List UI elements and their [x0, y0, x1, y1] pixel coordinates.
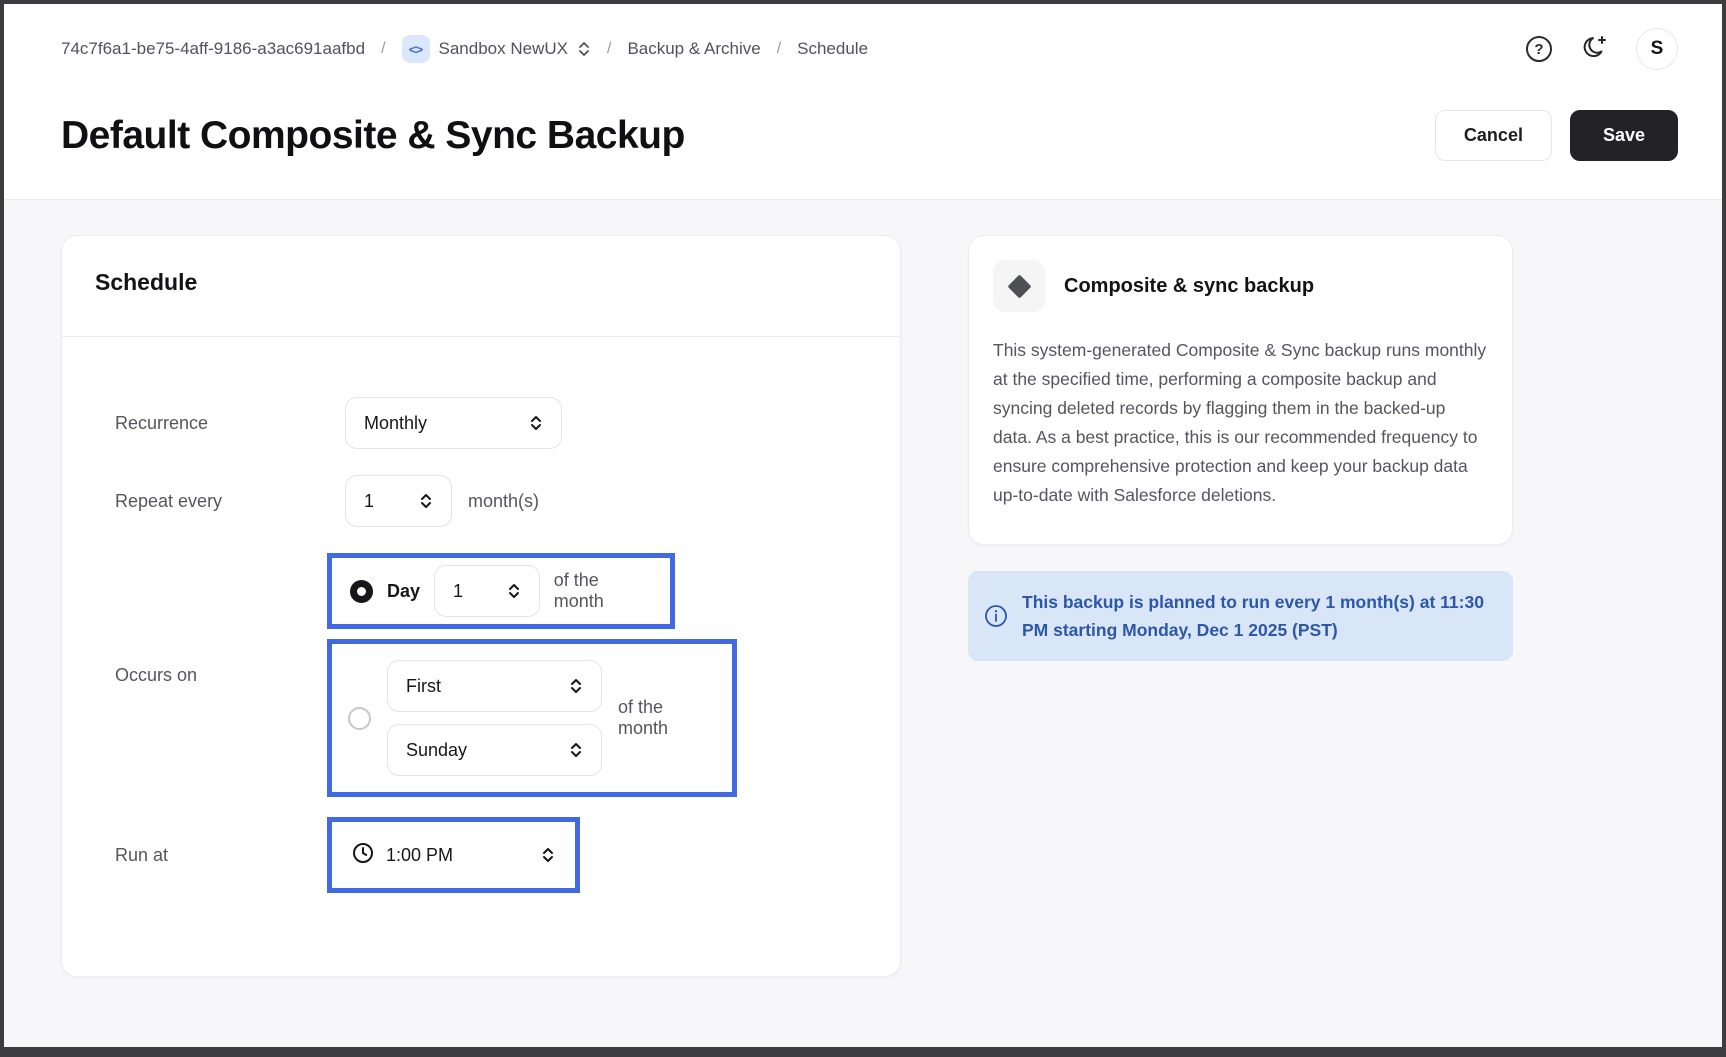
repeat-every-row: Repeat every 1 month(s) [95, 475, 867, 527]
occurs-weekday-value: Sunday [406, 740, 467, 761]
occurs-ordinal-value: First [406, 676, 441, 697]
occurs-day-value: 1 [453, 581, 463, 602]
user-avatar[interactable]: S [1636, 28, 1678, 70]
backup-info-card: Composite & sync backup This system-gene… [968, 235, 1513, 545]
chevron-updown-icon [569, 740, 583, 760]
radio-selected-icon[interactable] [350, 580, 373, 603]
repeat-every-value: 1 [364, 491, 374, 512]
recurrence-value: Monthly [364, 413, 427, 434]
radio-unselected-icon[interactable] [348, 707, 371, 730]
help-icon: ? [1526, 36, 1552, 62]
cancel-button[interactable]: Cancel [1435, 110, 1552, 161]
info-column: Composite & sync backup This system-gene… [968, 235, 1513, 661]
chevron-updown-icon [419, 491, 433, 511]
environment-switcher[interactable]: <> Sandbox NewUX [402, 35, 591, 63]
chevron-updown-icon [507, 581, 521, 601]
run-at-highlight: 1:00 PM [327, 817, 580, 893]
breadcrumb-environment: Sandbox NewUX [439, 39, 568, 59]
recurrence-row: Recurrence Monthly [95, 397, 867, 449]
topbar-actions: ? S [1524, 28, 1678, 70]
chevron-updown-icon [577, 40, 591, 58]
schedule-alert-text: This backup is planned to run every 1 mo… [1022, 588, 1493, 644]
run-at-time-select[interactable]: 1:00 PM [342, 829, 565, 881]
repeat-every-stepper[interactable]: 1 [345, 475, 452, 527]
recurrence-label: Recurrence [95, 413, 345, 434]
breadcrumb-section[interactable]: Backup & Archive [627, 39, 760, 59]
occurs-ordinal-select[interactable]: First [387, 660, 602, 712]
help-button[interactable]: ? [1524, 34, 1554, 64]
app-header: 74c7f6a1-be75-4aff-9186-a3ac691aafbd / <… [4, 4, 1722, 200]
schedule-alert: This backup is planned to run every 1 mo… [968, 571, 1513, 661]
occurs-day-prefix: Day [387, 581, 420, 602]
occurs-on-row: Occurs on Day 1 of the month [95, 553, 867, 797]
recurrence-select[interactable]: Monthly [345, 397, 562, 449]
occurs-day-suffix: of the month [554, 570, 652, 612]
save-button[interactable]: Save [1570, 110, 1678, 161]
occurs-day-option[interactable]: Day 1 of the month [327, 553, 675, 629]
chevron-updown-icon [569, 676, 583, 696]
diamond-icon [1007, 274, 1031, 298]
schedule-card: Schedule Recurrence Monthly Repeat every… [61, 235, 901, 977]
breadcrumb-org-id[interactable]: 74c7f6a1-be75-4aff-9186-a3ac691aafbd [61, 39, 365, 59]
code-icon: <> [402, 35, 430, 63]
run-at-label: Run at [95, 845, 345, 866]
repeat-every-unit: month(s) [468, 491, 539, 512]
info-icon [984, 604, 1008, 628]
breadcrumb-separator: / [777, 40, 781, 58]
chevron-updown-icon [529, 413, 543, 433]
breadcrumb-separator: / [381, 40, 385, 58]
backup-type-icon-tile [993, 260, 1045, 312]
schedule-card-title: Schedule [95, 269, 867, 296]
occurs-weekday-option[interactable]: First Sunday [327, 639, 737, 797]
occurs-day-stepper[interactable]: 1 [434, 565, 540, 617]
run-at-row: Run at 1:00 PM [95, 817, 867, 893]
main-content: Schedule Recurrence Monthly Repeat every… [4, 200, 1722, 977]
moon-plus-icon [1581, 34, 1609, 65]
page-title: Default Composite & Sync Backup [61, 114, 685, 158]
clock-icon [352, 842, 374, 869]
occurs-weekday-select[interactable]: Sunday [387, 724, 602, 776]
occurs-weekday-suffix: of the month [618, 697, 716, 739]
backup-info-title: Composite & sync backup [1064, 275, 1314, 298]
run-at-value: 1:00 PM [386, 845, 453, 866]
breadcrumb: 74c7f6a1-be75-4aff-9186-a3ac691aafbd / <… [61, 35, 868, 63]
dark-mode-toggle[interactable] [1580, 34, 1610, 64]
backup-info-description: This system-generated Composite & Sync b… [993, 336, 1488, 510]
breadcrumb-separator: / [607, 40, 611, 58]
chevron-updown-icon [541, 845, 555, 865]
occurs-on-label: Occurs on [95, 665, 345, 686]
breadcrumb-page: Schedule [797, 39, 868, 59]
repeat-every-label: Repeat every [95, 491, 345, 512]
